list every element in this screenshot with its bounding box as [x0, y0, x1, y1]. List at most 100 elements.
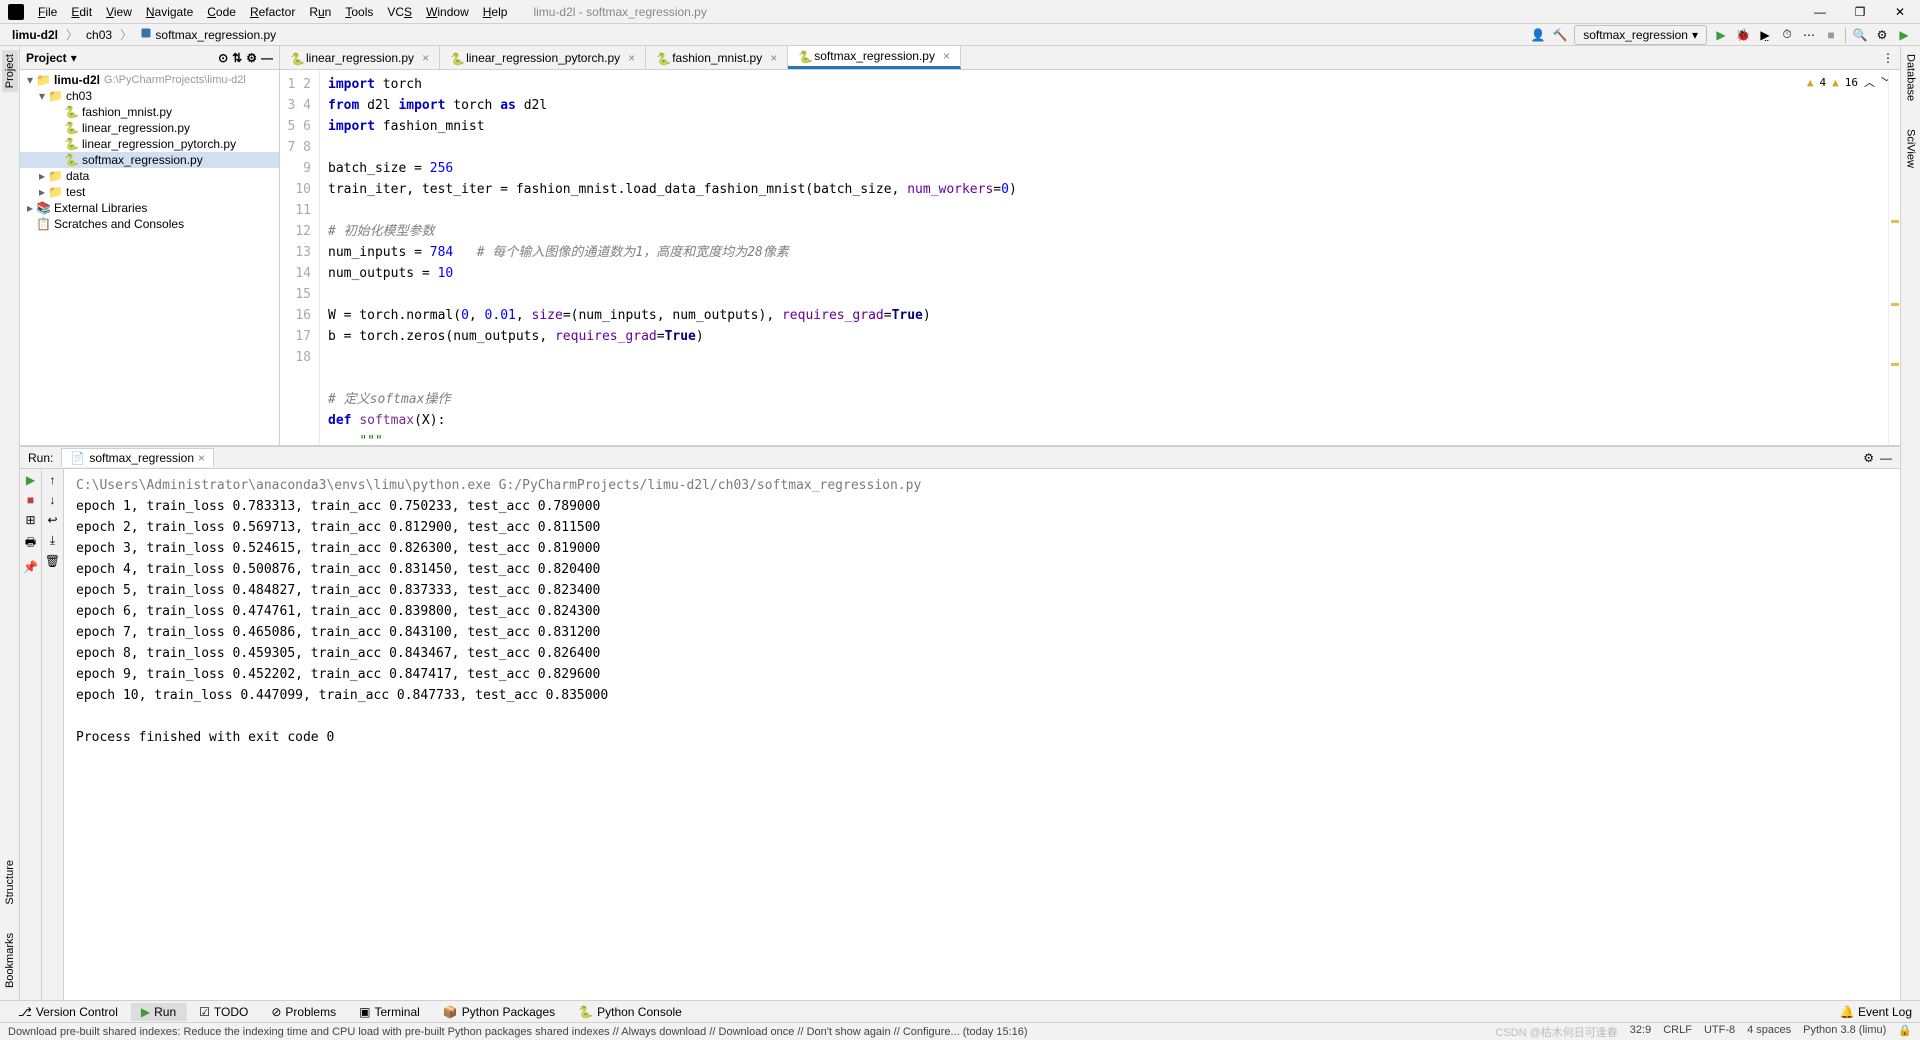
- code-content[interactable]: import torch from d2l import torch as d2…: [320, 70, 1888, 445]
- maximize-button[interactable]: ❐: [1840, 0, 1880, 24]
- bookmarks-tool-tab[interactable]: Bookmarks: [2, 929, 18, 992]
- external-libraries[interactable]: ▸📚External Libraries: [20, 200, 279, 216]
- version-control-tab[interactable]: ⎇ Version Control: [8, 1003, 129, 1021]
- chevron-up-icon[interactable]: ︿: [1864, 74, 1875, 90]
- chevron-down-icon[interactable]: ▾: [71, 51, 77, 65]
- python-packages-tab[interactable]: 📦 Python Packages: [433, 1003, 566, 1021]
- pin-icon[interactable]: 📌: [23, 560, 38, 574]
- run-config-tab[interactable]: 📄 softmax_regression ×: [61, 448, 214, 467]
- close-icon[interactable]: ×: [198, 451, 205, 465]
- up-button[interactable]: ↑: [50, 473, 56, 487]
- python-console-tab[interactable]: 🐍 Python Console: [568, 1003, 693, 1021]
- menu-window[interactable]: Window: [420, 3, 475, 21]
- hide-icon[interactable]: —: [1880, 451, 1892, 465]
- tree-file-active[interactable]: 🐍softmax_regression.py: [20, 152, 279, 168]
- line-separator[interactable]: CRLF: [1663, 1024, 1692, 1040]
- menu-run[interactable]: Run: [303, 3, 337, 21]
- error-stripe[interactable]: [1888, 70, 1900, 445]
- down-button[interactable]: ↓: [50, 493, 56, 507]
- run-console-output[interactable]: C:\Users\Administrator\anaconda3\envs\li…: [64, 469, 1900, 1000]
- close-tab-icon[interactable]: ×: [770, 51, 777, 65]
- editor-area: 🐍linear_regression.py× 🐍linear_regressio…: [280, 46, 1900, 445]
- watermark-text: CSDN @枯木何日可逢春: [1495, 1024, 1617, 1040]
- tree-file[interactable]: 🐍linear_regression_pytorch.py: [20, 136, 279, 152]
- hide-icon[interactable]: —: [261, 51, 273, 65]
- settings-icon[interactable]: ⚙: [1874, 27, 1890, 43]
- close-tab-icon[interactable]: ×: [628, 51, 635, 65]
- code-editor[interactable]: 1 2 3 4 5 6 7 8 9 10 11 12 13 14 15 16 1…: [280, 70, 1900, 445]
- status-message[interactable]: Download pre-built shared indexes: Reduc…: [8, 1026, 1028, 1038]
- project-root[interactable]: ▾ 📁 limu-d2l G:\PyCharmProjects\limu-d2l: [20, 72, 279, 88]
- run-more-button[interactable]: ⋯: [1801, 27, 1817, 43]
- menu-code[interactable]: Code: [201, 3, 242, 21]
- menu-vcs[interactable]: VCS: [381, 3, 418, 21]
- editor-tab-active[interactable]: 🐍softmax_regression.py×: [788, 46, 961, 69]
- coverage-run-button[interactable]: ▶̤: [1757, 27, 1773, 43]
- search-everywhere-icon[interactable]: 🔍: [1852, 27, 1868, 43]
- select-opened-file-icon[interactable]: ⊙: [218, 51, 228, 65]
- soft-wrap-icon[interactable]: ↩: [47, 513, 57, 527]
- scroll-end-icon[interactable]: ⤓: [50, 533, 55, 548]
- project-tool-tab[interactable]: Project: [2, 50, 18, 92]
- tree-folder-ch03[interactable]: ▾📁 ch03: [20, 88, 279, 104]
- run-button[interactable]: ▶: [1713, 27, 1729, 43]
- close-button[interactable]: ✕: [1880, 0, 1920, 24]
- menu-help[interactable]: Help: [477, 3, 514, 21]
- tree-file[interactable]: 🐍fashion_mnist.py: [20, 104, 279, 120]
- profile-button[interactable]: ⏱: [1779, 27, 1795, 43]
- run-tab[interactable]: ▶ Run: [131, 1003, 187, 1021]
- problems-tab[interactable]: ⊘ Problems: [261, 1003, 347, 1021]
- execute-icon[interactable]: ▶: [1896, 27, 1912, 43]
- settings-icon[interactable]: ⚙: [1863, 451, 1874, 465]
- caret-position[interactable]: 32:9: [1630, 1024, 1651, 1040]
- settings-icon[interactable]: ⚙: [246, 51, 257, 65]
- sciview-tool-tab[interactable]: SciView: [1903, 125, 1919, 172]
- bottom-tool-bar: ⎇ Version Control ▶ Run ☑ TODO ⊘ Problem…: [0, 1000, 1920, 1022]
- clear-icon[interactable]: 🗑: [45, 554, 60, 568]
- stop-button[interactable]: ■: [1823, 27, 1839, 43]
- project-tree: ▾ 📁 limu-d2l G:\PyCharmProjects\limu-d2l…: [20, 70, 279, 234]
- menu-navigate[interactable]: Navigate: [140, 3, 199, 21]
- event-log-tab[interactable]: 🔔 Event Log: [1840, 1005, 1912, 1019]
- tab-menu-icon[interactable]: ⋮: [1882, 51, 1894, 65]
- minimize-button[interactable]: —: [1800, 0, 1840, 24]
- editor-tab[interactable]: 🐍fashion_mnist.py×: [646, 46, 788, 69]
- build-icon[interactable]: 🔨: [1552, 27, 1568, 43]
- user-icon[interactable]: 👤: [1530, 27, 1546, 43]
- database-tool-tab[interactable]: Database: [1903, 50, 1919, 105]
- layout-icon[interactable]: ⊞: [25, 513, 35, 527]
- structure-tool-tab[interactable]: Structure: [2, 856, 18, 909]
- chevron-down-icon: ▾: [1692, 28, 1698, 42]
- indent-info[interactable]: 4 spaces: [1747, 1024, 1791, 1040]
- terminal-tab[interactable]: ▣ Terminal: [349, 1003, 431, 1021]
- tree-folder-test[interactable]: ▸📁test: [20, 184, 279, 200]
- python-interpreter[interactable]: Python 3.8 (limu): [1803, 1024, 1886, 1040]
- lock-icon[interactable]: 🔒: [1898, 1024, 1912, 1040]
- tree-folder-data[interactable]: ▸📁data: [20, 168, 279, 184]
- debug-button[interactable]: 🐞: [1735, 27, 1751, 43]
- menu-edit[interactable]: Edit: [65, 3, 98, 21]
- editor-tab[interactable]: 🐍linear_regression_pytorch.py×: [440, 46, 646, 69]
- breadcrumb-item[interactable]: ch03: [82, 27, 116, 43]
- todo-tab[interactable]: ☑ TODO: [189, 1003, 259, 1021]
- file-encoding[interactable]: UTF-8: [1704, 1024, 1735, 1040]
- inspection-widget[interactable]: ▲4 ▲16 ︿ ﹀: [1807, 74, 1892, 90]
- breadcrumb-item[interactable]: softmax_regression.py: [136, 26, 280, 43]
- tree-file[interactable]: 🐍linear_regression.py: [20, 120, 279, 136]
- editor-tab[interactable]: 🐍linear_regression.py×: [280, 46, 440, 69]
- menu-view[interactable]: View: [100, 3, 138, 21]
- run-icon: 📄: [70, 451, 85, 465]
- close-tab-icon[interactable]: ×: [422, 51, 429, 65]
- menu-file[interactable]: File: [32, 3, 63, 21]
- close-tab-icon[interactable]: ×: [943, 49, 950, 63]
- scratches-consoles[interactable]: 📋Scratches and Consoles: [20, 216, 279, 232]
- breadcrumb-item[interactable]: limu-d2l: [8, 27, 62, 43]
- run-configuration-selector[interactable]: softmax_regression ▾: [1574, 25, 1707, 45]
- menu-refactor[interactable]: Refactor: [244, 3, 301, 21]
- rerun-button[interactable]: ▶: [26, 473, 35, 487]
- expand-all-icon[interactable]: ⇅: [232, 51, 242, 65]
- project-panel: Project ▾ ⊙ ⇅ ⚙ — ▾ 📁 limu-d2l G:\PyChar…: [20, 46, 280, 445]
- stop-button[interactable]: ■: [27, 493, 34, 507]
- menu-tools[interactable]: Tools: [339, 3, 379, 21]
- print-icon[interactable]: 🖶: [25, 533, 36, 554]
